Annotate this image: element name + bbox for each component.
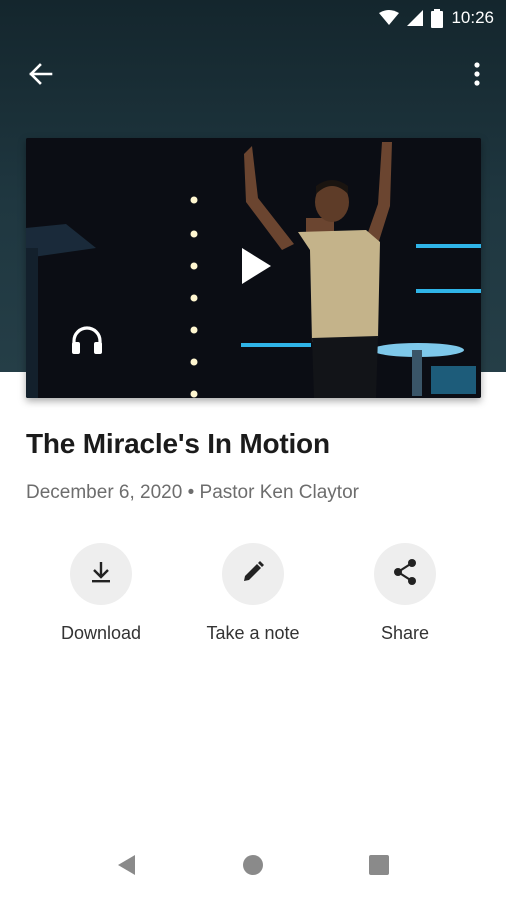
pencil-icon-circle bbox=[222, 543, 284, 605]
download-icon bbox=[90, 560, 112, 589]
app-bar bbox=[0, 48, 506, 100]
nav-back-icon bbox=[116, 854, 136, 881]
wifi-icon bbox=[379, 10, 400, 26]
take-note-label: Take a note bbox=[206, 623, 300, 643]
nav-home-button[interactable] bbox=[233, 850, 273, 884]
download-button[interactable]: Download bbox=[26, 543, 176, 644]
share-button[interactable]: Share bbox=[330, 543, 480, 644]
more-vert-icon bbox=[474, 61, 480, 91]
back-button[interactable] bbox=[18, 54, 62, 98]
status-time: 10:26 bbox=[451, 8, 494, 27]
status-bar: 10:26 bbox=[0, 0, 506, 36]
play-icon bbox=[240, 247, 272, 290]
action-row: Download Take a note Share bbox=[0, 543, 506, 653]
share-icon-circle bbox=[374, 543, 436, 605]
take-note-button[interactable]: Take a note bbox=[178, 543, 328, 644]
signal-icon bbox=[407, 10, 424, 26]
pencil-icon bbox=[241, 560, 265, 589]
nav-home-icon bbox=[242, 854, 264, 881]
headphones-icon bbox=[70, 325, 104, 360]
download-icon-circle bbox=[70, 543, 132, 605]
download-label: Download bbox=[60, 623, 142, 643]
more-options-button[interactable] bbox=[462, 54, 492, 98]
sermon-date-speaker: December 6, 2020 • Pastor Ken Claytor bbox=[26, 482, 359, 503]
battery-icon bbox=[431, 8, 444, 28]
share-label: Share bbox=[380, 623, 430, 643]
audio-button[interactable] bbox=[64, 320, 110, 364]
nav-recents-button[interactable] bbox=[359, 850, 399, 884]
play-button[interactable] bbox=[236, 246, 276, 290]
nav-recents-icon bbox=[369, 854, 389, 880]
video-thumbnail[interactable] bbox=[26, 138, 481, 398]
arrow-back-icon bbox=[27, 62, 53, 91]
nav-back-button[interactable] bbox=[106, 850, 146, 884]
sermon-title: The Miracle's In Motion bbox=[26, 428, 330, 459]
share-icon bbox=[392, 558, 418, 591]
system-nav-bar bbox=[0, 840, 506, 892]
